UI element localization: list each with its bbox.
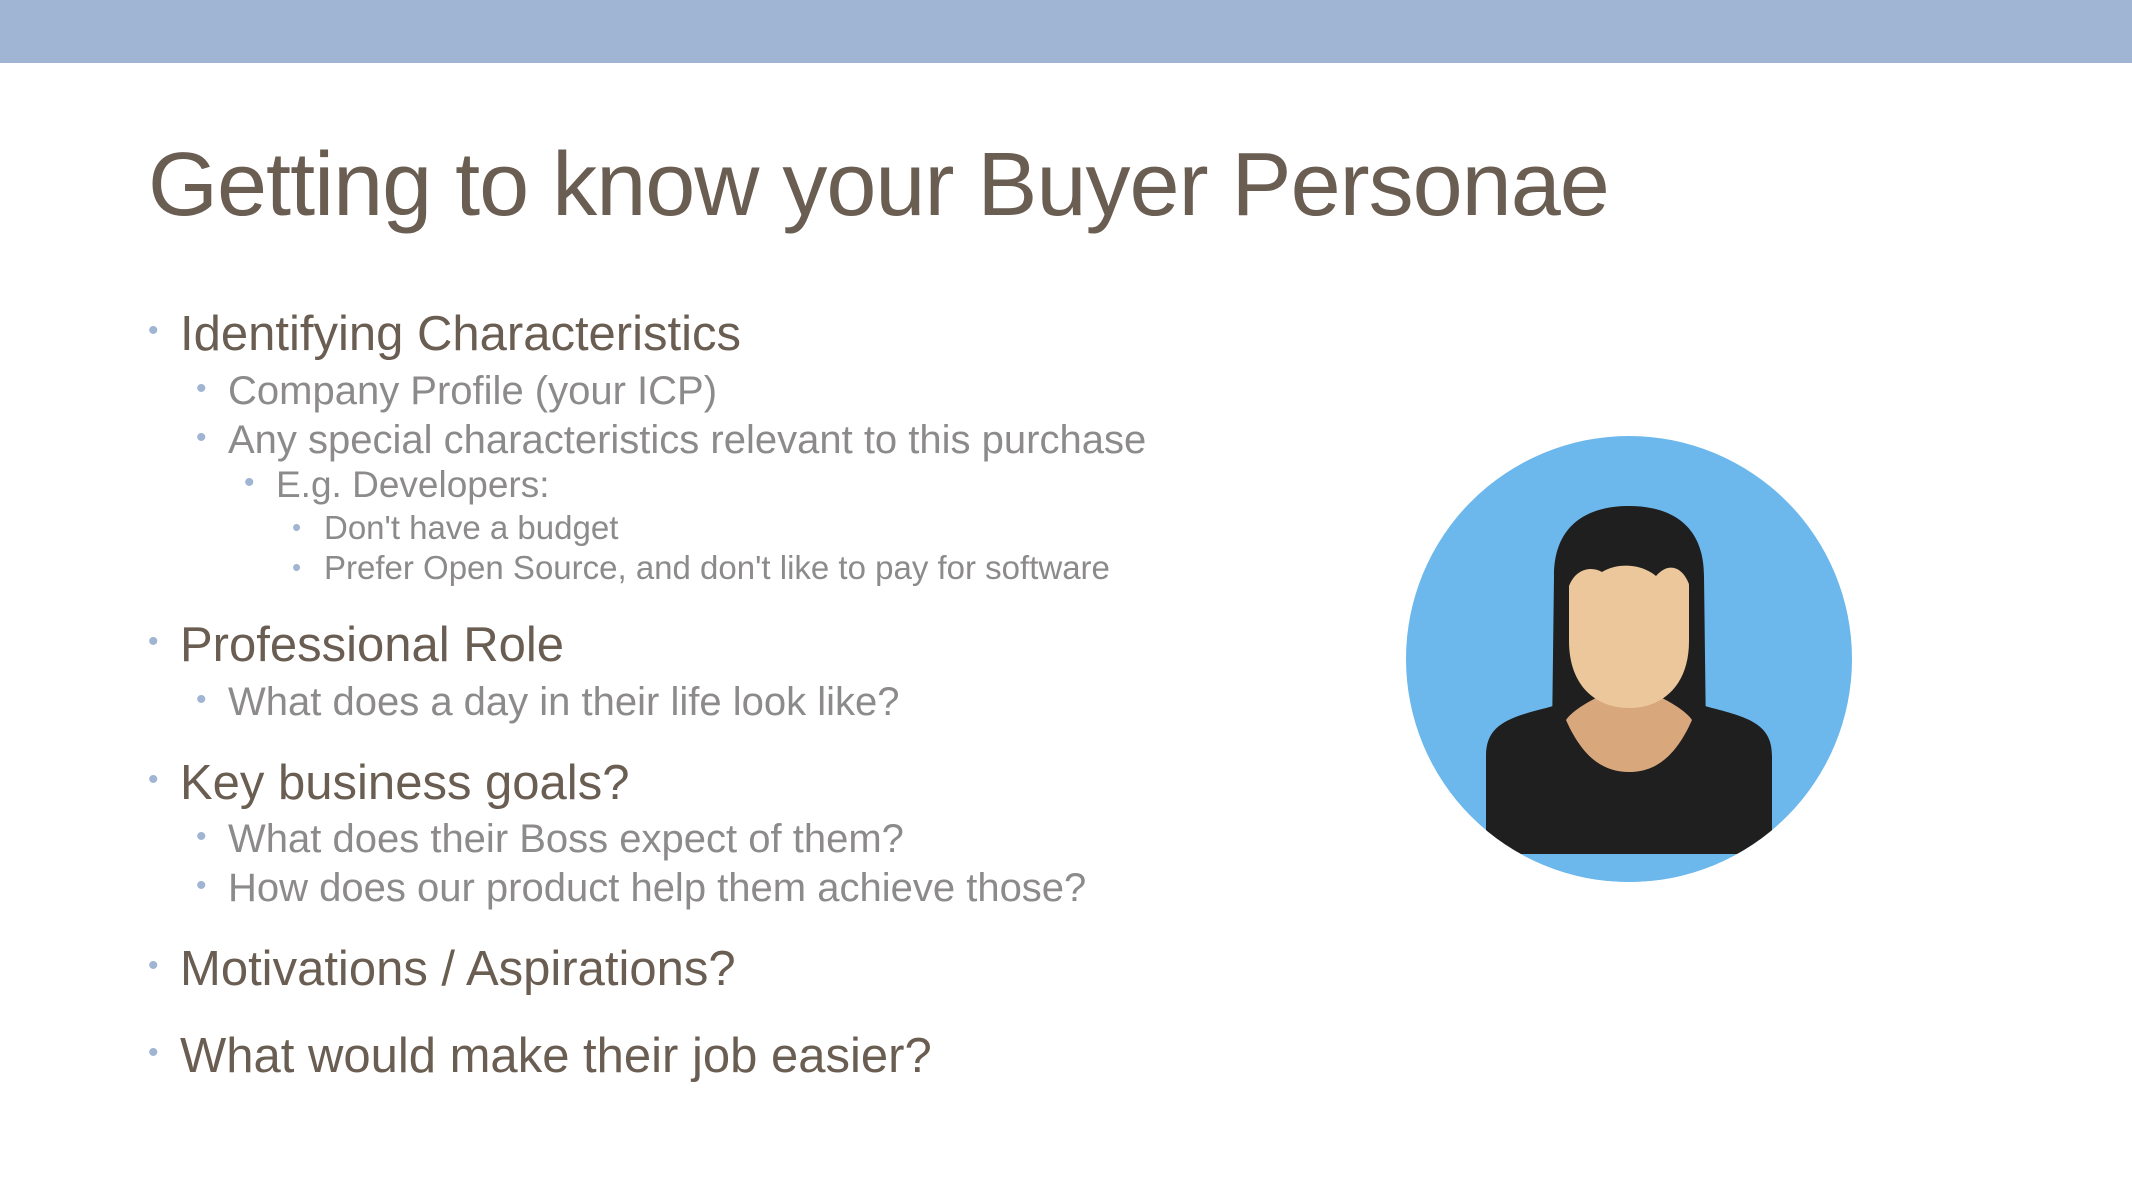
bullet-item: • What would make their job easier? bbox=[148, 1026, 932, 1089]
bullet-text: What does a day in their life look like? bbox=[228, 680, 900, 724]
bullet-dot-icon: • bbox=[292, 552, 302, 583]
bullet-dot-icon: • bbox=[196, 869, 207, 903]
bullet-item: • What does their Boss expect of them? bbox=[196, 814, 904, 866]
bullet-text: What would make their job easier? bbox=[180, 1029, 932, 1083]
bullet-text: Company Profile (your ICP) bbox=[228, 369, 718, 413]
bullet-item: • Any special characteristics relevant to… bbox=[196, 415, 1146, 467]
bullet-item: • What does a day in their life look like… bbox=[196, 677, 899, 729]
bullet-text: Professional Role bbox=[180, 618, 565, 672]
bullet-text: Key business goals? bbox=[180, 756, 630, 810]
bullet-item: • How does our product help them achieve … bbox=[196, 863, 1086, 915]
female-user-avatar-icon bbox=[1406, 436, 1852, 882]
bullet-text: How does our product help them achieve t… bbox=[228, 866, 1087, 910]
bullet-item: • Motivations / Aspirations? bbox=[148, 939, 736, 1002]
bullet-dot-icon: • bbox=[196, 421, 207, 455]
bullet-item: • Company Profile (your ICP) bbox=[196, 366, 717, 418]
bullet-item: • Key business goals? bbox=[148, 753, 629, 816]
bullet-item: • Professional Role bbox=[148, 615, 564, 678]
bullet-dot-icon: • bbox=[292, 512, 302, 543]
bullet-text: Motivations / Aspirations? bbox=[180, 942, 736, 996]
bullet-item: • Identifying Characteristics bbox=[148, 304, 741, 367]
bullet-item: • Prefer Open Source, and don't like to p… bbox=[292, 548, 1110, 590]
bullet-text: Prefer Open Source, and don't like to pa… bbox=[324, 549, 1110, 586]
bullet-dot-icon: • bbox=[148, 314, 159, 348]
bullet-list: • Identifying Characteristics • Company Pr… bbox=[148, 0, 1448, 1200]
bullet-dot-icon: • bbox=[244, 466, 255, 500]
bullet-text: Don't have a budget bbox=[324, 509, 619, 546]
bullet-dot-icon: • bbox=[196, 372, 207, 406]
bullet-item: • E.g. Developers: bbox=[244, 462, 550, 510]
bullet-text: Identifying Characteristics bbox=[180, 307, 742, 361]
bullet-item: • Don't have a budget bbox=[292, 508, 618, 550]
bullet-dot-icon: • bbox=[148, 625, 159, 659]
bullet-dot-icon: • bbox=[196, 820, 207, 854]
bullet-dot-icon: • bbox=[148, 1036, 159, 1070]
bullet-text: E.g. Developers: bbox=[276, 464, 550, 505]
bullet-text: What does their Boss expect of them? bbox=[228, 817, 904, 861]
bullet-dot-icon: • bbox=[196, 683, 207, 717]
bullet-dot-icon: • bbox=[148, 949, 159, 983]
bullet-dot-icon: • bbox=[148, 763, 159, 797]
bullet-text: Any special characteristics relevant to … bbox=[228, 418, 1147, 462]
